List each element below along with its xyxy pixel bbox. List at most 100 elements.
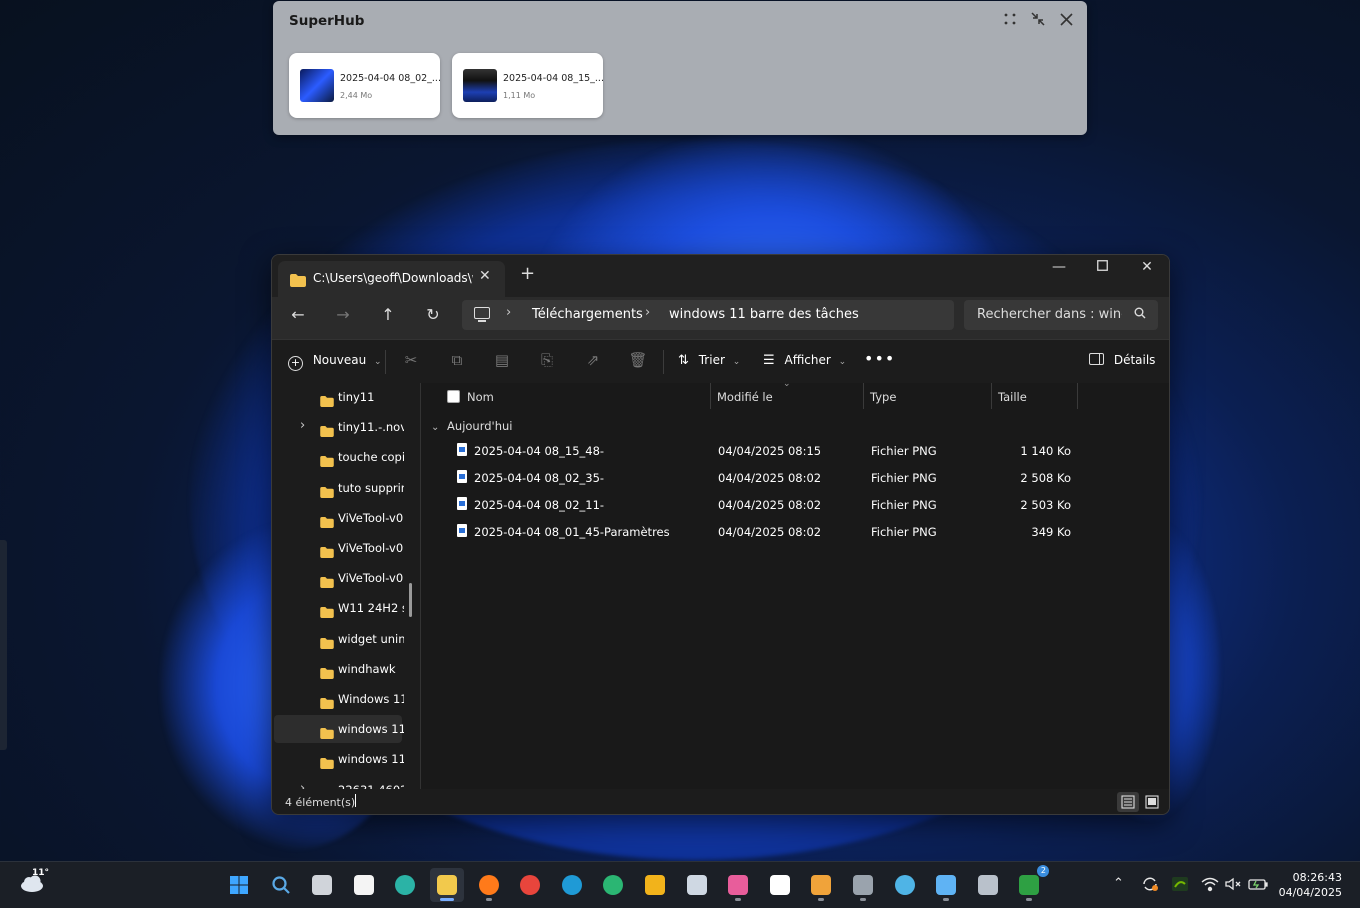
column-header-modified[interactable]: Modifié le ⌄ [711, 379, 863, 409]
tiles-view-button[interactable] [1141, 792, 1163, 812]
task-view-button[interactable] [305, 868, 339, 902]
column-header-name[interactable]: Nom [421, 383, 711, 409]
firefox-icon [478, 875, 499, 895]
delete-icon[interactable]: 🗑 [627, 351, 649, 369]
clock[interactable]: 08:26:43 04/04/2025 [1270, 870, 1342, 900]
breadcrumb-current-folder[interactable]: windows 11 barre des tâches [669, 307, 859, 322]
sidebar-item[interactable]: windhawk [274, 655, 402, 683]
breadcrumb-chevron-icon[interactable]: › [645, 305, 650, 320]
copilot-365[interactable] [721, 868, 755, 902]
paste-icon[interactable]: ▤ [491, 351, 513, 369]
chevron-down-icon: ⌄ [732, 357, 741, 367]
sort-button[interactable]: ⇅ Trier ⌄ [678, 353, 740, 368]
sidebar-item[interactable]: widget uninst [274, 625, 404, 653]
back-icon[interactable]: ← [286, 305, 310, 324]
sidebar-item[interactable]: W11 24H2 sa [274, 594, 404, 622]
recycle-bin[interactable] [680, 868, 714, 902]
sidebar-item[interactable]: tiny11 [274, 383, 402, 411]
edge-canary[interactable] [596, 868, 630, 902]
sidebar-item[interactable]: ›22631.4602 [274, 776, 404, 789]
edge[interactable] [555, 868, 589, 902]
view-list-icon: ☰ [763, 353, 775, 368]
start-button[interactable] [222, 868, 256, 902]
details-pane-button[interactable]: Détails [1089, 353, 1155, 367]
sidebar-item[interactable]: windows 11 s [274, 745, 404, 773]
sidebar-item-label: tuto supprim [338, 480, 404, 495]
weather-widget[interactable]: 11° [18, 868, 49, 897]
view-button[interactable]: ☰ Afficher ⌄ [763, 353, 846, 368]
minimize-icon[interactable]: — [1044, 259, 1074, 275]
sync-icon[interactable] [1141, 876, 1159, 896]
superhub-file-card[interactable]: 2025-04-04 08_15_... 1,11 Mo [452, 53, 604, 118]
file-row[interactable]: 2025-04-04 08_15_48- 04/04/2025 08:15 Fich… [451, 438, 1091, 465]
breadcrumb-chevron-icon[interactable]: › [506, 305, 511, 320]
show-hidden-icons-chevron[interactable]: ⌃ [1113, 876, 1124, 891]
new-button[interactable]: + Nouveau ⌄ [288, 353, 382, 371]
select-all-checkbox[interactable] [447, 390, 460, 403]
sidebar-item[interactable]: ViVeTool-v0.3 [274, 534, 404, 562]
column-header-size[interactable]: Taille [992, 383, 1077, 409]
new-tab-icon[interactable]: + [520, 263, 535, 284]
sidebar-item[interactable]: › tiny11.-.nov2 [274, 413, 404, 441]
sidebar-item[interactable]: windows 11 b [274, 715, 404, 744]
collapse-icon[interactable] [1027, 11, 1049, 30]
wifi-icon[interactable] [1201, 876, 1219, 896]
sidebar-item[interactable]: tuto supprim [274, 474, 404, 502]
forward-icon[interactable]: → [331, 305, 355, 324]
sidebar-item[interactable]: ViVeTool-v0.3 [274, 564, 404, 592]
expand-chevron-icon[interactable]: › [300, 781, 305, 789]
calculator-app[interactable] [971, 868, 1005, 902]
copy-icon[interactable]: ⧉ [446, 351, 468, 369]
settings-app[interactable] [846, 868, 880, 902]
battery-charging-icon[interactable] [1248, 876, 1268, 896]
expand-chevron-icon[interactable]: › [300, 418, 305, 433]
share-icon[interactable]: ⇗ [582, 351, 604, 369]
folder-app[interactable] [638, 868, 672, 902]
details-view-button[interactable] [1117, 792, 1139, 812]
file-row[interactable]: 2025-04-04 08_01_45-Paramètres 04/04/2025… [451, 519, 1091, 546]
breadcrumb-downloads[interactable]: Téléchargements [532, 307, 643, 322]
xbox-app[interactable]: 2 [1012, 865, 1050, 902]
notepad-app[interactable] [929, 868, 963, 902]
superhub-file-card[interactable]: 2025-04-04 08_02_... 2,44 Mo [289, 53, 441, 118]
microsoft-store[interactable] [347, 868, 381, 902]
folder-icon [320, 664, 334, 683]
window-close-icon[interactable]: ✕ [1132, 259, 1162, 275]
file-explorer[interactable] [430, 868, 464, 902]
sidebar-item[interactable]: Windows 11 [274, 685, 404, 713]
column-divider[interactable] [1077, 383, 1078, 409]
copilot-app[interactable] [388, 868, 422, 902]
paint-app[interactable] [804, 868, 838, 902]
firefox[interactable] [472, 868, 506, 902]
refresh-icon[interactable]: ↻ [421, 305, 445, 324]
clock-time: 08:26:43 [1292, 871, 1342, 884]
rename-icon[interactable]: ⎘ [536, 351, 558, 369]
folder-icon [320, 392, 334, 411]
search-button[interactable] [264, 868, 298, 902]
close-icon[interactable] [1055, 11, 1077, 30]
copilot-app-icon [395, 875, 416, 895]
notes-app[interactable] [763, 868, 797, 902]
chrome[interactable] [513, 868, 547, 902]
search-box[interactable]: Rechercher dans : windc [964, 300, 1158, 330]
widgets-edge-handle[interactable] [0, 540, 7, 750]
maps-app[interactable] [888, 868, 922, 902]
sidebar-item[interactable]: ViVeTool-v0.3 [274, 504, 404, 532]
file-row[interactable]: 2025-04-04 08_02_11- 04/04/2025 08:02 Fich… [451, 492, 1091, 519]
more-options-icon[interactable]: ••• [864, 349, 895, 368]
file-row[interactable]: 2025-04-04 08_02_35- 04/04/2025 08:02 Fich… [451, 465, 1091, 492]
sidebar-item[interactable]: touche copilc [274, 443, 404, 471]
up-icon[interactable]: ↑ [376, 305, 400, 324]
tab-close-icon[interactable]: ✕ [479, 268, 491, 284]
group-header-today[interactable]: ⌄ Aujourd'hui [431, 419, 512, 433]
drag-dots-icon[interactable] [999, 11, 1021, 30]
address-bar[interactable]: › Téléchargements › windows 11 barre des… [462, 300, 954, 330]
column-header-type[interactable]: Type [864, 383, 991, 409]
explorer-tab[interactable]: C:\Users\geoff\Downloads\wi ✕ [278, 261, 505, 297]
volume-muted-icon[interactable] [1224, 876, 1242, 896]
nvidia-icon[interactable] [1171, 876, 1189, 896]
maximize-icon[interactable] [1087, 259, 1117, 275]
file-size: 349 Ko [1031, 525, 1071, 539]
cut-icon[interactable]: ✂ [400, 351, 422, 369]
navigation-pane-scrollbar[interactable] [409, 583, 412, 617]
